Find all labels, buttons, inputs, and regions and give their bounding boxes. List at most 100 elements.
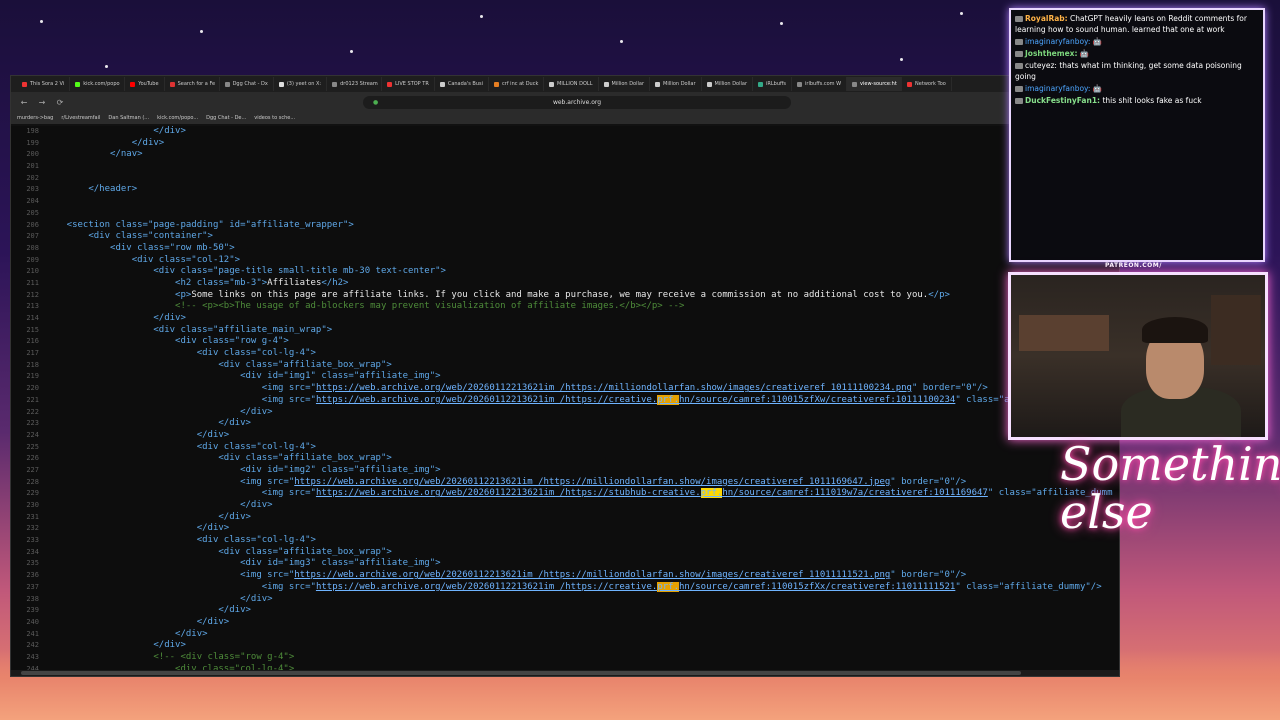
tab-label: Search for a Fe bbox=[177, 81, 216, 87]
browser-tab[interactable]: kick.com/popo bbox=[70, 77, 126, 91]
bookmark-item[interactable]: Dgg Chat - De... bbox=[206, 115, 246, 121]
markup: </div> bbox=[45, 429, 230, 440]
tab-favicon-icon bbox=[706, 81, 712, 87]
back-icon[interactable]: ← bbox=[19, 98, 29, 107]
markup: </div> bbox=[45, 628, 208, 639]
chat-username[interactable]: DuckFestinyFan1: bbox=[1025, 96, 1100, 105]
chat-username[interactable]: RoyalRab: bbox=[1025, 14, 1068, 23]
site-info-icon[interactable]: ● bbox=[373, 99, 378, 106]
browser-tab[interactable]: view-source:ht bbox=[847, 77, 903, 91]
browser-tab[interactable]: iRLbuffs bbox=[753, 77, 793, 91]
source-text: <img src="https://web.archive.org/web/20… bbox=[45, 383, 988, 395]
tab-favicon-icon bbox=[22, 81, 27, 87]
search-highlight[interactable]: prf. bbox=[657, 581, 679, 592]
source-line: 208 <div class="row mb-50"> bbox=[11, 243, 1119, 255]
source-link[interactable]: https://web.archive.org/web/202601122136… bbox=[294, 477, 890, 487]
source-line: 235 <div id="img3" class="affiliate_img"… bbox=[11, 558, 1119, 570]
browser-tab[interactable]: Search for a Fe bbox=[165, 77, 220, 91]
chat-message: DuckFestinyFan1: this shit looks fake as… bbox=[1015, 95, 1259, 106]
url-field[interactable]: ● web.archive.org bbox=[363, 95, 791, 109]
browser-tab[interactable]: Million Dollar bbox=[599, 77, 650, 91]
browser-tab[interactable]: dr0123 Stream bbox=[327, 77, 383, 91]
browser-tab[interactable]: crf inc at Duck bbox=[489, 77, 545, 91]
browser-tab[interactable]: Dgg Chat - Dx bbox=[220, 77, 274, 91]
source-line: 212 <p>Some links on this page are affil… bbox=[11, 290, 1119, 302]
horizontal-scrollbar[interactable] bbox=[11, 670, 1119, 676]
source-line: 230 </div> bbox=[11, 500, 1119, 512]
tab-favicon-icon bbox=[549, 81, 555, 87]
source-link[interactable]: https://web.archive.org/web/202601122136… bbox=[316, 383, 912, 393]
source-line: 227 <div id="img2" class="affiliate_img"… bbox=[11, 465, 1119, 477]
bookmarks-bar: murders->bag r/Livestreamfail Dan Saltman … bbox=[11, 112, 1119, 125]
chat-username[interactable]: imaginaryfanboy: bbox=[1025, 84, 1090, 93]
bookmark-item[interactable]: r/Livestreamfail bbox=[61, 115, 100, 121]
line-number: 215 bbox=[26, 325, 39, 334]
chat-username[interactable]: Joshthemex: bbox=[1025, 49, 1078, 58]
source-line: 229 <img src="https://web.archive.org/we… bbox=[11, 488, 1119, 500]
chat-username[interactable]: imaginaryfanboy: bbox=[1025, 37, 1090, 46]
source-line: 216 <div class="row g-4"> bbox=[11, 336, 1119, 348]
source-text: </div> bbox=[45, 418, 251, 430]
markup: <div id="img3" class="affiliate_img"> bbox=[45, 558, 441, 569]
browser-tab[interactable]: Million Dollar bbox=[650, 77, 702, 91]
browser-tab[interactable]: LIVE STOP TR bbox=[382, 77, 435, 91]
markup: <div class="col-lg-4"> bbox=[45, 535, 316, 546]
browser-tab[interactable]: (3) yeet on X: bbox=[274, 77, 328, 91]
source-line: 215 <div class="affiliate_main_wrap"> bbox=[11, 325, 1119, 337]
bookmark-item[interactable]: murders->bag bbox=[17, 115, 53, 121]
source-line: 238 </div> bbox=[11, 594, 1119, 606]
source-link[interactable]: hn/source/camref:110015zfXw/creativeref:… bbox=[679, 395, 955, 405]
source-link[interactable]: https://web.archive.org/web/202601122136… bbox=[316, 395, 657, 405]
source-link[interactable]: hn/source/camref:111019w7a/creativeref:1… bbox=[722, 488, 988, 498]
browser-tab[interactable]: MILLION DOLL bbox=[544, 77, 599, 91]
line-number: 233 bbox=[26, 536, 39, 545]
source-line: 220 <img src="https://web.archive.org/we… bbox=[11, 383, 1119, 395]
browser-tab[interactable]: This Sora 2 Vi bbox=[17, 77, 71, 91]
tab-label: Million Dollar bbox=[714, 81, 748, 87]
tab-label: LIVE STOP TR bbox=[395, 81, 429, 87]
chat-text: this shit looks fake as fuck bbox=[1100, 96, 1202, 105]
bookmark-item[interactable]: videos to sche... bbox=[254, 115, 295, 121]
line-number: 203 bbox=[26, 185, 39, 194]
tab-label: kick.com/popo bbox=[83, 81, 120, 87]
source-text: </div> bbox=[45, 512, 251, 524]
browser-tab[interactable]: Canada's Busi bbox=[435, 77, 490, 91]
line-number: 243 bbox=[26, 652, 39, 661]
line-number: 209 bbox=[26, 255, 39, 264]
bookmark-item[interactable]: Dan Saltman (... bbox=[108, 115, 149, 121]
source-line: 234 <div class="affiliate_box_wrap"> bbox=[11, 547, 1119, 559]
chat-message: imaginaryfanboy: 🤖 bbox=[1015, 36, 1259, 47]
search-highlight[interactable]: prf. bbox=[657, 394, 679, 405]
line-number: 207 bbox=[26, 232, 39, 241]
chat-username[interactable]: cuteyez: bbox=[1025, 61, 1057, 70]
code-comment: <!-- <div class="row g-4"> bbox=[45, 651, 295, 662]
tab-label: Canada's Busi bbox=[447, 81, 484, 87]
tab-label: Dgg Chat - Dx bbox=[232, 81, 268, 87]
scrollbar-thumb[interactable] bbox=[21, 671, 1021, 675]
forward-icon[interactable]: → bbox=[37, 98, 47, 107]
source-link[interactable]: https://web.archive.org/web/202601122136… bbox=[316, 582, 657, 592]
browser-tab[interactable]: Million Dollar bbox=[702, 77, 753, 91]
browser-tab[interactable]: YouTube bbox=[125, 77, 165, 91]
reload-icon[interactable]: ⟳ bbox=[55, 98, 65, 107]
source-line: 236 <img src="https://web.archive.org/we… bbox=[11, 570, 1119, 582]
markup: <div class="page-title small-title mb-30… bbox=[45, 266, 446, 277]
line-number: 214 bbox=[26, 314, 39, 322]
search-highlight-current[interactable]: prf. bbox=[700, 488, 723, 499]
tab-favicon-icon bbox=[224, 81, 230, 87]
source-text: <div class="affiliate_box_wrap"> bbox=[45, 360, 391, 372]
markup: <section class="page-padding" id="affili… bbox=[45, 219, 354, 230]
line-number: 201 bbox=[26, 162, 39, 171]
browser-tab[interactable]: Network Too bbox=[902, 77, 952, 91]
source-line: 237 <img src="https://web.archive.org/we… bbox=[11, 581, 1119, 594]
source-link[interactable]: hn/source/camref:110015zfXx/creativeref:… bbox=[679, 582, 955, 592]
source-link[interactable]: https://web.archive.org/web/202601122136… bbox=[316, 488, 701, 498]
tab-favicon-icon bbox=[603, 81, 609, 87]
tab-favicon-icon bbox=[494, 81, 500, 87]
bookmark-item[interactable]: kick.com/popo... bbox=[157, 115, 198, 121]
source-link[interactable]: https://web.archive.org/web/202601122136… bbox=[294, 570, 890, 580]
line-number: 229 bbox=[26, 489, 39, 498]
tab-favicon-icon bbox=[797, 81, 803, 87]
streamer-hair bbox=[1142, 317, 1208, 343]
browser-tab[interactable]: irlbuffs.com W bbox=[792, 77, 848, 91]
